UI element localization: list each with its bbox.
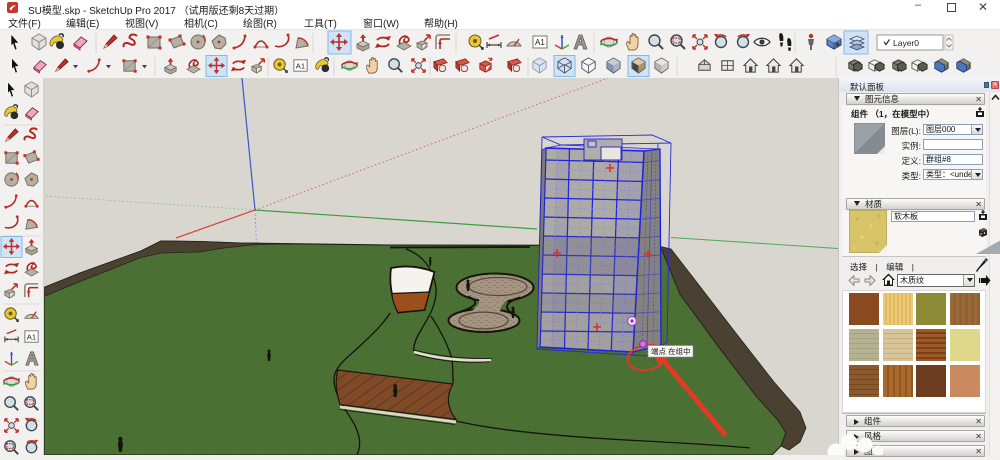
svg-text:Layer0: Layer0: [893, 38, 919, 48]
svg-text:端点 在组中: 端点 在组中: [651, 346, 691, 356]
